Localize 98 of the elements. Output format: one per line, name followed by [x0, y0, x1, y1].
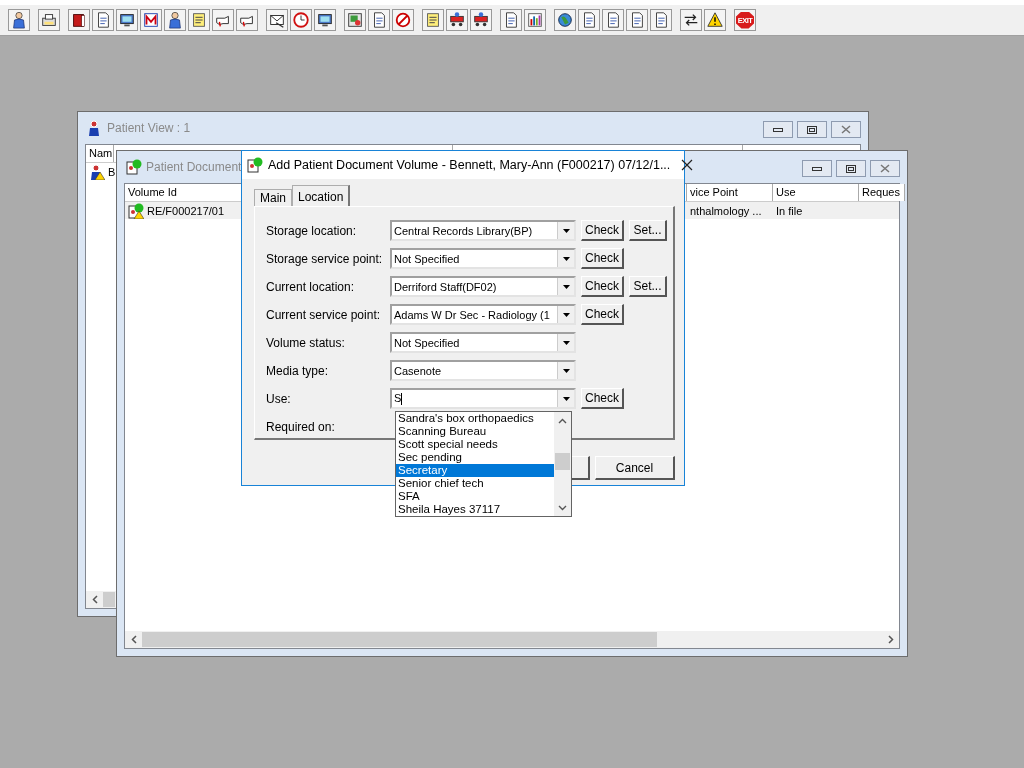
toolbar-button[interactable] [236, 9, 258, 31]
column-header[interactable]: Reques [859, 184, 905, 201]
monitor-icon [316, 11, 334, 29]
toolbar-button[interactable] [680, 9, 702, 31]
arrows-icon [682, 11, 700, 29]
tab[interactable]: Main [254, 189, 292, 206]
toolbar-button[interactable] [116, 9, 138, 31]
panel-button[interactable]: Set... [629, 276, 667, 297]
person-icon [166, 11, 184, 29]
panel-button[interactable]: Set... [629, 220, 667, 241]
close-icon [880, 164, 890, 173]
document-icon [247, 157, 263, 173]
field-label: Media type: [266, 363, 330, 378]
printer-icon [40, 11, 58, 29]
restore-icon [846, 164, 856, 173]
combo-box[interactable]: Casenote [390, 360, 576, 381]
toolbar-button[interactable] [554, 9, 576, 31]
list-item[interactable]: Sandra's box orthopaedics [396, 412, 554, 425]
combo-box[interactable]: Not Specified [390, 332, 576, 353]
toolbar-button[interactable] [650, 9, 672, 31]
toolbar-button[interactable] [164, 9, 186, 31]
person-icon [10, 11, 28, 29]
table-cell: nthalmology ... [690, 204, 762, 217]
toolbar-button[interactable] [368, 9, 390, 31]
restore-icon [807, 125, 817, 134]
maximize-button[interactable] [836, 160, 866, 177]
table-cell: RE/F000217/01 [147, 204, 225, 217]
field-label: Current service point: [266, 307, 382, 322]
window-title: Patient View : 1 [107, 121, 191, 135]
minimize-icon [812, 166, 822, 171]
list-item[interactable]: Senior chief tech [396, 477, 554, 490]
minimize-button[interactable] [802, 160, 832, 177]
picture-icon [346, 11, 364, 29]
combo-box[interactable]: S [390, 388, 576, 409]
list-item[interactable]: Scanning Bureau [396, 425, 554, 438]
toolbar-button[interactable] [470, 9, 492, 31]
window-title: Patient Document [146, 160, 242, 174]
column-header[interactable]: Use [773, 184, 859, 201]
toolbar-button[interactable] [314, 9, 336, 31]
close-icon [681, 159, 694, 171]
column-header[interactable]: Nam [86, 145, 114, 162]
toolbar-button[interactable] [212, 9, 234, 31]
letter-icon [142, 11, 160, 29]
panel-button[interactable]: Check [581, 276, 624, 297]
maximize-button[interactable] [797, 121, 827, 138]
toolbar-button[interactable] [92, 9, 114, 31]
list-item[interactable]: Secretary [396, 464, 554, 477]
document-icon [126, 159, 142, 175]
toolbar-button[interactable] [704, 9, 726, 31]
person-warning-icon [89, 163, 105, 180]
tab[interactable]: Location [292, 185, 351, 206]
bar-chart-icon [526, 11, 544, 29]
field-label: Current location: [266, 279, 356, 294]
dialog-title: Add Patient Document Volume - Bennett, Mary-Ann (F000217) 07/12/1... [268, 158, 671, 172]
toolbar-button[interactable] [68, 9, 90, 31]
column-header[interactable]: vice Point [687, 184, 773, 201]
combo-box[interactable]: Not Specified [390, 248, 576, 269]
list-item[interactable]: Scott special needs [396, 438, 554, 451]
monitor-icon [118, 11, 136, 29]
table-cell: In file [776, 204, 803, 217]
globe-icon [556, 11, 574, 29]
field-label: Volume status: [266, 335, 346, 350]
panel-button[interactable]: Check [581, 304, 624, 325]
table-cell: B [108, 165, 116, 178]
warning-icon [706, 11, 724, 29]
panel-button[interactable]: Check [581, 388, 624, 409]
toolbar-button[interactable] [602, 9, 624, 31]
toolbar-button[interactable] [578, 9, 600, 31]
list-item[interactable]: Sheila Hayes 37117 [396, 503, 554, 516]
note-icon [424, 11, 442, 29]
toolbar-button[interactable] [266, 9, 288, 31]
field-label: Required on: [266, 419, 336, 434]
list-item[interactable]: SFA [396, 490, 554, 503]
field-label: Use: [266, 391, 292, 406]
clock-icon [292, 11, 310, 29]
cart-icon [472, 11, 490, 29]
toolbar-button[interactable] [8, 9, 30, 31]
dialog-button[interactable]: Cancel [595, 456, 675, 480]
toolbar-button[interactable] [500, 9, 522, 31]
minimize-icon [773, 127, 783, 132]
combo-box[interactable]: Adams W Dr Sec - Radiology (1 [390, 304, 576, 325]
close-icon [841, 125, 851, 134]
no-entry-icon [394, 11, 412, 29]
note-icon [190, 11, 208, 29]
cart-icon [448, 11, 466, 29]
toolbar-button[interactable] [446, 9, 468, 31]
toolbar-button[interactable] [626, 9, 648, 31]
book-icon [70, 11, 88, 29]
panel-button[interactable]: Check [581, 248, 624, 269]
document-warning-icon [128, 202, 144, 219]
toolbar-button[interactable] [38, 9, 60, 31]
field-label: Storage location: [266, 223, 358, 238]
minimize-button[interactable] [763, 121, 793, 138]
combo-box[interactable]: Central Records Library(BP) [390, 220, 576, 241]
field-label: Storage service point: [266, 251, 384, 266]
combo-box[interactable]: Derriford Staff(DF02) [390, 276, 576, 297]
list-item[interactable]: Sec pending [396, 451, 554, 464]
panel-button[interactable]: Check [581, 220, 624, 241]
